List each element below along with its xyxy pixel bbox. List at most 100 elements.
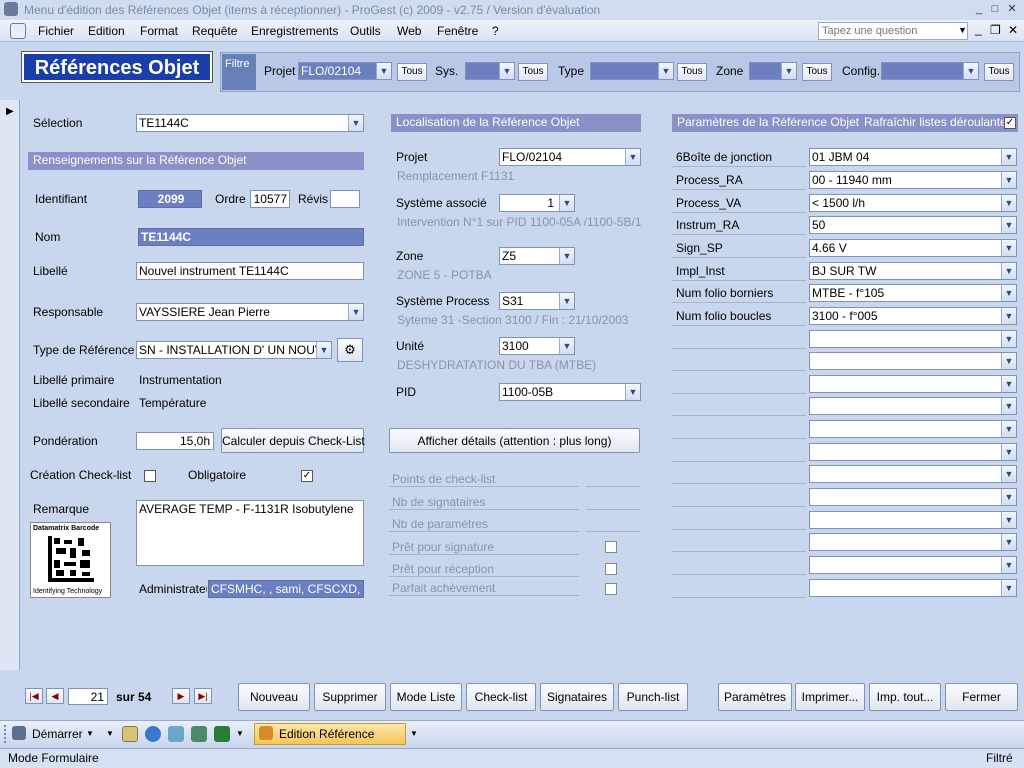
- menu-requete[interactable]: Requête: [192, 24, 237, 38]
- zone-combo[interactable]: Z5 ▼: [499, 247, 575, 265]
- filter-projet-tous-button[interactable]: Tous: [397, 63, 427, 81]
- first-record-button[interactable]: |◀: [25, 688, 43, 704]
- param-value-combo[interactable]: < 1500 l/h ▼: [809, 194, 1017, 212]
- chevron-down-icon[interactable]: ▼: [559, 293, 574, 309]
- libelle-field[interactable]: Nouvel instrument TE1144C: [136, 262, 364, 280]
- param-value-combo[interactable]: ▼: [809, 465, 1017, 483]
- browser-icon[interactable]: [145, 726, 161, 742]
- chevron-down-icon[interactable]: ▼: [1001, 217, 1016, 233]
- param-value-combo[interactable]: 01 JBM 04 ▼: [809, 148, 1017, 166]
- chevron-down-icon[interactable]: ▼: [559, 195, 574, 211]
- chevron-down-icon[interactable]: ▼: [1001, 512, 1016, 528]
- unite-combo[interactable]: 3100 ▼: [499, 337, 575, 355]
- record-selector[interactable]: ▶: [0, 100, 20, 670]
- param-value-combo[interactable]: MTBE - f°105 ▼: [809, 284, 1017, 302]
- chevron-down-icon[interactable]: ▼: [1001, 263, 1016, 279]
- signataires-button[interactable]: Signataires: [540, 683, 614, 711]
- close-button[interactable]: ✕: [1005, 3, 1019, 16]
- last-record-button[interactable]: ▶|: [194, 688, 212, 704]
- menu-fichier[interactable]: Fichier: [38, 24, 74, 38]
- chevron-down-icon[interactable]: ▼: [1001, 489, 1016, 505]
- param-value-combo[interactable]: ▼: [809, 533, 1017, 551]
- taskbar-active-item[interactable]: Edition Référence Objet: [254, 723, 406, 761]
- taskbar-chevron-icon[interactable]: ▼: [410, 729, 418, 738]
- chevron-down-icon[interactable]: ▼: [625, 384, 640, 400]
- folder-icon[interactable]: [168, 726, 184, 742]
- refresh-lists-checkbox[interactable]: ✓: [1004, 117, 1016, 129]
- param-value-combo[interactable]: 50 ▼: [809, 216, 1017, 234]
- chevron-down-icon[interactable]: ▼: [1001, 172, 1016, 188]
- responsable-combo[interactable]: VAYSSIERE Jean Pierre ▼: [136, 303, 364, 321]
- filter-projet-combo[interactable]: FLO/02104 ▼: [298, 62, 392, 80]
- param-value-combo[interactable]: ▼: [809, 397, 1017, 415]
- menu-fenetre[interactable]: Fenêtre: [437, 24, 478, 38]
- systeme-process-combo[interactable]: S31 ▼: [499, 292, 575, 310]
- previous-record-button[interactable]: ◀: [46, 688, 64, 704]
- param-value-combo[interactable]: ▼: [809, 375, 1017, 393]
- imprimer-tout-button[interactable]: Imp. tout...: [869, 683, 941, 711]
- type-reference-combo[interactable]: SN - INSTALLATION D' UN NOUVEA ▼: [136, 341, 332, 359]
- systeme-associe-combo[interactable]: 1 ▼: [499, 194, 575, 212]
- punch-list-button[interactable]: Punch-list: [618, 683, 688, 711]
- menu-web[interactable]: Web: [397, 24, 421, 38]
- param-value-combo[interactable]: ▼: [809, 579, 1017, 597]
- excel-icon[interactable]: [214, 726, 230, 742]
- chevron-down-icon[interactable]: ▼: [348, 115, 363, 131]
- param-value-combo[interactable]: 00 - 11940 mm ▼: [809, 171, 1017, 189]
- chevron-down-icon[interactable]: ▼: [1001, 308, 1016, 324]
- param-value-combo[interactable]: 4.66 V ▼: [809, 239, 1017, 257]
- chevron-down-icon[interactable]: ▼: [625, 149, 640, 165]
- supprimer-button[interactable]: Supprimer: [314, 683, 386, 711]
- chevron-down-icon[interactable]: ▼: [963, 63, 978, 79]
- taskbar-chevron-icon[interactable]: ▼: [236, 729, 244, 738]
- obligatoire-checkbox[interactable]: ✓: [301, 470, 313, 482]
- filter-zone-tous-button[interactable]: Tous: [802, 63, 832, 81]
- taskbar-chevron-icon[interactable]: ▼: [106, 729, 114, 738]
- param-value-combo[interactable]: ▼: [809, 420, 1017, 438]
- filter-config-combo[interactable]: ▼: [881, 62, 979, 80]
- question-input[interactable]: Tapez une question: [818, 22, 968, 40]
- menu-help[interactable]: ?: [492, 24, 499, 38]
- chevron-down-icon[interactable]: ▼: [1001, 466, 1016, 482]
- type-reference-tool-button[interactable]: ⚙: [337, 338, 363, 362]
- next-record-button[interactable]: ▶: [172, 688, 190, 704]
- chevron-down-icon[interactable]: ▼: [1001, 353, 1016, 369]
- param-value-combo[interactable]: ▼: [809, 330, 1017, 348]
- question-dropdown-icon[interactable]: ▼: [958, 25, 967, 35]
- revis-field[interactable]: [330, 190, 360, 208]
- chevron-down-icon[interactable]: ▼: [376, 63, 391, 79]
- selection-combo[interactable]: TE1144C ▼: [136, 114, 364, 132]
- doc-minimize-button[interactable]: _: [975, 22, 982, 36]
- filter-type-combo[interactable]: ▼: [590, 62, 674, 80]
- filter-type-tous-button[interactable]: Tous: [677, 63, 707, 81]
- chevron-down-icon[interactable]: ▼: [1001, 240, 1016, 256]
- calculator-icon[interactable]: [191, 726, 207, 742]
- chevron-down-icon[interactable]: ▼: [1001, 534, 1016, 550]
- record-number-field[interactable]: 21: [68, 688, 108, 705]
- menu-outils[interactable]: Outils: [350, 24, 381, 38]
- calculer-checklist-button[interactable]: Calculer depuis Check-List: [221, 428, 365, 453]
- filter-sys-combo[interactable]: ▼: [465, 62, 515, 80]
- chevron-down-icon[interactable]: ▼: [499, 63, 514, 79]
- menu-edition[interactable]: Edition: [88, 24, 125, 38]
- doc-close-button[interactable]: ✕: [1008, 23, 1018, 37]
- chevron-down-icon[interactable]: ▼: [1001, 195, 1016, 211]
- chevron-down-icon[interactable]: ▼: [316, 342, 331, 358]
- doc-restore-button[interactable]: ❐: [990, 23, 1001, 37]
- parametres-button[interactable]: Paramètres: [718, 683, 792, 711]
- chevron-down-icon[interactable]: ▼: [1001, 580, 1016, 596]
- check-list-button[interactable]: Check-list: [466, 683, 536, 711]
- creation-checklist-checkbox[interactable]: [144, 470, 156, 482]
- projet-combo[interactable]: FLO/02104 ▼: [499, 148, 641, 166]
- ponderation-field[interactable]: 15,0h: [136, 432, 214, 450]
- chevron-down-icon[interactable]: ▼: [559, 248, 574, 264]
- param-value-combo[interactable]: ▼: [809, 488, 1017, 506]
- chevron-down-icon[interactable]: ▼: [1001, 398, 1016, 414]
- param-value-combo[interactable]: BJ SUR TW ▼: [809, 262, 1017, 280]
- pid-combo[interactable]: 1100-05B ▼: [499, 383, 641, 401]
- param-value-combo[interactable]: ▼: [809, 352, 1017, 370]
- filter-sys-tous-button[interactable]: Tous: [518, 63, 548, 81]
- chevron-down-icon[interactable]: ▼: [781, 63, 796, 79]
- param-value-combo[interactable]: ▼: [809, 556, 1017, 574]
- afficher-details-button[interactable]: Afficher détails (attention : plus long): [389, 428, 640, 453]
